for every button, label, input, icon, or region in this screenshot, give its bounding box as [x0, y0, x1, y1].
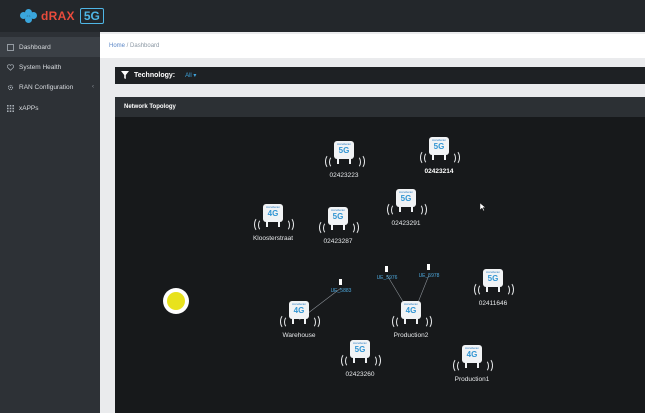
base-station-node[interactable]: Accelleran 4G Warehouse [279, 301, 320, 347]
antenna-icon: Accelleran 5G [483, 269, 503, 287]
ue-device-icon [339, 279, 342, 285]
node-label: 02423291 [391, 220, 421, 227]
antenna-icon: Accelleran 4G [462, 345, 482, 363]
ue-label: UE_5976 [376, 275, 398, 281]
panel-header: Network Topology [115, 97, 645, 117]
antenna-icon: Accelleran 4G [263, 204, 283, 222]
grid-icon [6, 104, 14, 112]
node-label: 02411646 [478, 300, 508, 307]
topology-links [298, 274, 430, 321]
network-topology-panel: Network Topology Accelleran 5G 02423223 A… [115, 97, 645, 413]
antenna-icon: Accelleran 5G [328, 207, 348, 225]
logo-text: dRAX [41, 9, 75, 23]
sidebar-item-label: Dashboard [19, 43, 51, 51]
base-station-node[interactable]: Accelleran 4G Kloosterstraat [253, 204, 294, 250]
chevron-left-icon: ‹ [92, 84, 94, 90]
sidebar-item-label: System Health [19, 63, 62, 71]
base-station-node[interactable]: Accelleran 5G 02423291 [386, 189, 427, 235]
ue-device-icon [385, 266, 388, 272]
technology-filter-bar: Technology: All ▾ [115, 67, 645, 84]
base-station-node[interactable]: Accelleran 5G 02423260 [340, 340, 381, 386]
technology-select[interactable]: All ▾ [185, 72, 196, 79]
base-station-node[interactable]: Accelleran 5G 02411646 [473, 269, 514, 315]
app-window: dRAX 5G Dashboard System Health RAN Conf… [0, 0, 645, 413]
app-logo[interactable]: dRAX 5G [20, 7, 104, 25]
filter-icon [121, 70, 129, 81]
logo-mark-icon [20, 9, 38, 23]
panel-title: Network Topology [124, 104, 176, 110]
ue-device[interactable]: UE_5978 [409, 264, 449, 280]
sidebar: Dashboard System Health RAN Configuratio… [0, 32, 100, 413]
technology-label: Technology: [134, 72, 176, 79]
node-label: Warehouse [282, 332, 316, 339]
sidebar-item-label: xAPPs [19, 104, 39, 112]
sidebar-item-label: RAN Configuration [19, 83, 74, 91]
sidebar-item-dashboard[interactable]: Dashboard [0, 37, 100, 57]
node-label: 02423287 [323, 238, 353, 245]
antenna-icon: Accelleran 4G [289, 301, 309, 319]
base-station-node[interactable]: Accelleran 4G Production2 [391, 301, 432, 347]
antenna-icon: Accelleran 5G [350, 340, 370, 358]
node-label: 02423260 [345, 371, 375, 378]
node-label: 02423223 [329, 172, 359, 179]
ue-label: UE_5883 [330, 288, 352, 294]
node-label: 02423214 [424, 168, 454, 175]
antenna-icon: Accelleran 4G [401, 301, 421, 319]
logo-badge: 5G [79, 8, 104, 24]
ue-label: UE_5978 [418, 273, 440, 279]
sidebar-item-ran-configuration[interactable]: RAN Configuration ‹ [0, 77, 100, 97]
ue-device[interactable]: UE_5883 [321, 279, 361, 295]
sidebar-item-system-health[interactable]: System Health [0, 57, 100, 77]
node-label: Production2 [393, 332, 429, 339]
antenna-icon: Accelleran 5G [396, 189, 416, 207]
breadcrumb: Home / Dashboard [100, 34, 645, 58]
top-bar: dRAX 5G [0, 0, 645, 32]
breadcrumb-current: Dashboard [130, 43, 160, 49]
antenna-icon: Accelleran 5G [429, 137, 449, 155]
mouse-cursor-icon [480, 203, 486, 211]
base-station-node[interactable]: Accelleran 5G 02423287 [318, 207, 359, 253]
node-label: Production1 [454, 376, 490, 383]
base-station-node[interactable]: Accelleran 4G Production1 [452, 345, 493, 391]
breadcrumb-home-link[interactable]: Home [109, 43, 125, 49]
sidebar-item-xapps[interactable]: xAPPs [0, 98, 100, 118]
heart-icon [6, 63, 14, 71]
antenna-icon: Accelleran 5G [334, 141, 354, 159]
location-marker[interactable] [163, 288, 189, 314]
ue-device[interactable]: UE_5976 [367, 266, 407, 282]
base-station-node[interactable]: Accelleran 5G 02423214 [419, 137, 460, 183]
dashboard-icon [6, 43, 14, 51]
topology-canvas[interactable]: Accelleran 5G 02423223 Accelleran 5G 02423… [115, 117, 645, 413]
base-station-node[interactable]: Accelleran 5G 02423223 [324, 141, 365, 187]
ue-device-icon [427, 264, 430, 270]
gear-icon [6, 83, 14, 91]
